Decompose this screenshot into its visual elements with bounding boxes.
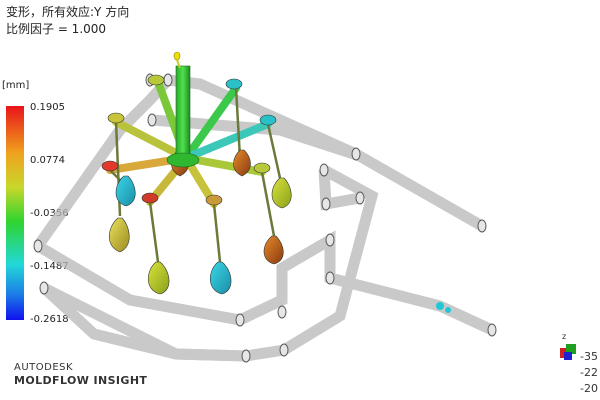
brand-logo: AUTODESK MOLDFLOW INSIGHT [14, 361, 147, 387]
triad-axis-label: z [562, 332, 567, 341]
orientation-triad [560, 344, 576, 360]
triad-value-1: -35 [580, 350, 598, 363]
triad-value-3: -20 [580, 382, 598, 395]
brand-line2: MOLDFLOW INSIGHT [14, 374, 148, 387]
triad-value-2: -22 [580, 366, 598, 379]
brand-line1: AUTODESK [14, 362, 74, 373]
model-view[interactable] [0, 0, 600, 400]
